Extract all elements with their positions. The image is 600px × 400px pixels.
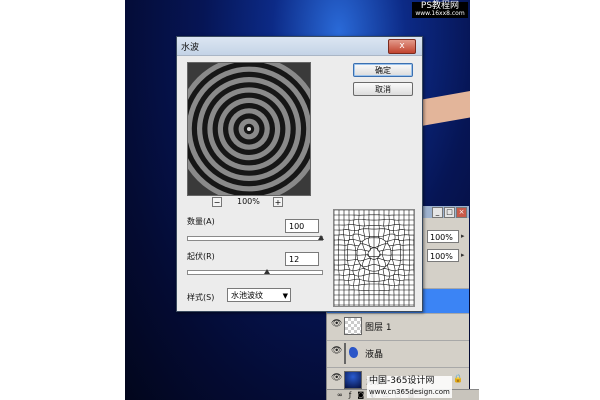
cancel-button[interactable]: 取消 (353, 82, 413, 96)
zoom-level: 100% (237, 197, 260, 206)
fill-arrow-icon[interactable]: ▸ (461, 249, 468, 262)
layer-name: 图层 1 (365, 323, 392, 333)
layer-row-crystal[interactable]: 👁 液晶 (327, 340, 469, 365)
dialog-body: − 100% + 确定 取消 数量(A) 100 起伏(R) 12 样式(S) … (177, 56, 422, 311)
layer-thumbnail (344, 343, 346, 364)
watermark-bottom-line1: 中国-365设计网 (369, 376, 435, 386)
zoom-in-button[interactable]: + (273, 197, 283, 207)
amount-slider-thumb[interactable] (318, 235, 324, 240)
dialog-titlebar[interactable]: 水波 x (177, 37, 422, 56)
watermark-top: PS教程网 www.16xx8.com (412, 2, 468, 18)
ridges-slider-thumb[interactable] (264, 269, 271, 274)
eye-icon[interactable]: 👁 (331, 374, 342, 383)
layer-row-layer1[interactable]: 👁 图层 1 (327, 313, 469, 338)
ok-button[interactable]: 确定 (353, 63, 413, 77)
opacity-arrow-icon[interactable]: ▸ (461, 230, 468, 243)
watermark-bottom-line2: www.cn365design.com (369, 388, 450, 396)
style-select-value: 水池波纹 (231, 291, 263, 300)
amount-label: 数量(A) (187, 217, 215, 226)
eye-icon[interactable]: 👁 (331, 320, 342, 329)
maximize-icon[interactable]: □ (444, 207, 455, 218)
ridges-input[interactable]: 12 (285, 252, 319, 266)
fill-input[interactable]: 100% (427, 249, 459, 262)
style-label: 样式(S) (187, 293, 215, 302)
amount-input[interactable]: 100 (285, 219, 319, 233)
minimize-icon[interactable]: _ (432, 207, 443, 218)
mask-icon[interactable]: ◙ (357, 390, 364, 400)
ridges-label: 起伏(R) (187, 252, 215, 261)
watermark-bottom: 中国-365设计网 www.cn365design.com (367, 376, 452, 398)
opacity-input[interactable]: 100% (427, 230, 459, 243)
link-icon[interactable]: ∞ (337, 390, 343, 400)
layer-thumbnail (344, 317, 362, 335)
ripple-preview-image (188, 63, 310, 195)
zoom-out-button[interactable]: − (212, 197, 222, 207)
watermark-top-line1: PS教程网 (420, 1, 460, 11)
style-select[interactable]: 水池波纹 ▼ (227, 288, 291, 302)
dialog-title: 水波 (181, 43, 200, 53)
fx-icon[interactable]: ƒ (349, 390, 351, 400)
filter-preview[interactable] (187, 62, 311, 196)
ridges-slider[interactable] (187, 270, 323, 275)
amount-slider[interactable] (187, 236, 323, 241)
layer-name: 液晶 (365, 350, 384, 360)
lock-icon: 🔒 (453, 374, 463, 383)
eye-icon[interactable]: 👁 (331, 347, 342, 356)
close-icon[interactable]: × (456, 207, 467, 218)
chevron-down-icon: ▼ (282, 292, 288, 300)
layer-thumbnail (344, 371, 362, 389)
zigzag-dialog: 水波 x − 100% + 确定 取消 数量(A) 100 起伏(R) 12 样… (176, 36, 423, 312)
close-button[interactable]: x (388, 39, 416, 54)
distortion-mesh-preview (333, 209, 415, 307)
watermark-top-line2: www.16xx8.com (415, 10, 465, 17)
mesh-grid-image (334, 210, 414, 306)
